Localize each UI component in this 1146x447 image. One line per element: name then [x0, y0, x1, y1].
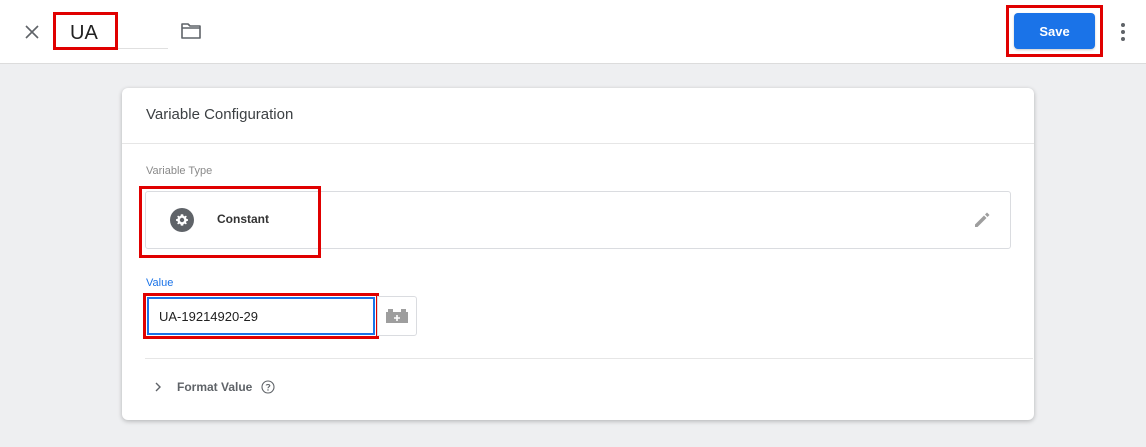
gear-icon — [170, 208, 194, 232]
close-icon[interactable] — [20, 20, 44, 44]
divider — [122, 143, 1034, 144]
card-title: Variable Configuration — [146, 106, 294, 123]
pencil-icon[interactable] — [971, 209, 993, 231]
format-value-label: Format Value — [177, 380, 253, 394]
top-bar: UA Save — [0, 0, 1146, 64]
help-icon[interactable] — [261, 380, 275, 394]
variable-type-label: Variable Type — [146, 165, 213, 177]
variable-type-name: Constant — [217, 212, 269, 226]
variable-name-text: UA — [70, 22, 98, 44]
save-button[interactable]: Save — [1014, 13, 1095, 49]
variable-configuration-card: Variable Configuration Variable Type Con… — [122, 88, 1034, 420]
folder-icon[interactable] — [180, 21, 204, 43]
value-label: Value — [146, 277, 174, 289]
variable-name-field[interactable]: UA — [53, 12, 118, 50]
value-input[interactable] — [147, 297, 375, 335]
chevron-right-icon — [155, 382, 161, 392]
name-underline — [118, 48, 168, 49]
more-vert-icon[interactable] — [1115, 20, 1131, 44]
variable-brick-icon[interactable] — [377, 296, 417, 336]
divider — [145, 358, 1033, 359]
format-value-toggle[interactable]: Format Value — [152, 377, 275, 397]
